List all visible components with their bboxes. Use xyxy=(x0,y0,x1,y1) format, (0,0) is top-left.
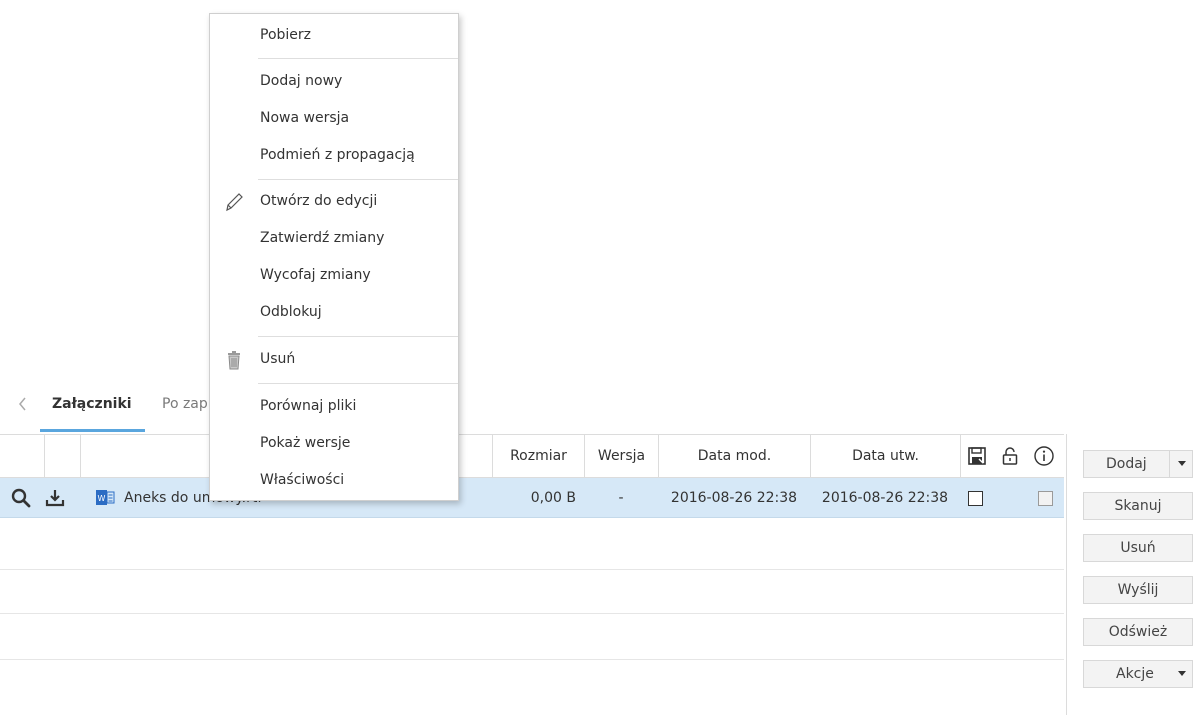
scan-button[interactable]: Skanuj xyxy=(1083,492,1193,520)
menu-item-unlock[interactable]: Odblokuj xyxy=(210,295,458,331)
menu-item-label: Pobierz xyxy=(260,27,312,43)
send-button[interactable]: Wyślij xyxy=(1083,576,1193,604)
menu-item-open-edit[interactable]: Otwórz do edycji xyxy=(210,184,458,220)
split-divider xyxy=(1169,451,1170,477)
tab-attachments[interactable]: Załączniki xyxy=(52,396,132,412)
action-panel: Dodaj Skanuj Usuń Wyślij Odśwież Akcje xyxy=(1066,434,1195,715)
menu-item-add-new[interactable]: Dodaj nowy xyxy=(210,64,458,100)
refresh-button[interactable]: Odśwież xyxy=(1083,618,1193,646)
table-row[interactable]: W Aneks do umowy.rtf 0,00 B - 2016-08-26… xyxy=(0,478,1064,518)
menu-item-label: Usuń xyxy=(260,351,296,367)
menu-divider xyxy=(258,58,458,59)
menu-item-label: Nowa wersja xyxy=(260,110,350,126)
menu-item-replace-propagate[interactable]: Podmień z propagacją xyxy=(210,138,458,174)
menu-divider xyxy=(258,383,458,384)
header-info[interactable] xyxy=(1028,435,1064,478)
menu-item-label: Odblokuj xyxy=(260,304,322,320)
svg-text:W: W xyxy=(98,494,106,503)
menu-item-download[interactable]: Pobierz xyxy=(210,18,458,54)
menu-item-label: Otwórz do edycji xyxy=(260,193,378,209)
menu-item-label: Wycofaj zmiany xyxy=(260,267,371,283)
delete-button[interactable]: Usuń xyxy=(1083,534,1193,562)
header-cell-download xyxy=(44,435,80,478)
header-modified[interactable]: Data mod. xyxy=(658,435,810,478)
menu-item-label: Właściwości xyxy=(260,472,345,488)
context-menu: Pobierz Dodaj nowy Nowa wersja Podmień z… xyxy=(209,13,459,501)
save-icon xyxy=(968,447,986,465)
menu-item-label: Pokaż wersje xyxy=(260,435,351,451)
menu-item-label: Podmień z propagacją xyxy=(260,147,415,163)
header-save[interactable] xyxy=(960,435,994,478)
file-version: - xyxy=(618,490,624,506)
menu-divider xyxy=(258,336,458,337)
menu-item-show-versions[interactable]: Pokaż wersje xyxy=(210,426,458,462)
table-row-empty xyxy=(0,518,1064,570)
menu-item-properties[interactable]: Właściwości xyxy=(210,463,458,499)
file-modified: 2016-08-26 22:38 xyxy=(670,490,798,506)
header-size[interactable]: Rozmiar xyxy=(492,435,584,478)
word-document-icon: W xyxy=(96,490,115,505)
menu-item-label: Zatwierdź zmiany xyxy=(260,230,385,246)
header-lock[interactable] xyxy=(994,435,1028,478)
menu-divider xyxy=(258,179,458,180)
lock-icon xyxy=(1002,447,1018,465)
menu-item-compare-files[interactable]: Porównaj pliki xyxy=(210,389,458,425)
attachments-grid: Rozmiar Wersja Data mod. Data utw. W Ane… xyxy=(0,434,1064,704)
tab-after-save[interactable]: Po zap xyxy=(162,396,208,412)
add-button[interactable]: Dodaj xyxy=(1083,450,1193,478)
table-row-empty xyxy=(0,570,1064,614)
menu-item-new-version[interactable]: Nowa wersja xyxy=(210,101,458,137)
header-created[interactable]: Data utw. xyxy=(810,435,960,478)
menu-item-delete[interactable]: Usuń xyxy=(210,342,458,378)
header-version[interactable]: Wersja xyxy=(584,435,658,478)
save-checkbox[interactable] xyxy=(968,491,983,506)
search-icon[interactable] xyxy=(10,487,32,509)
pencil-icon xyxy=(226,193,243,212)
chevron-left-icon[interactable] xyxy=(14,392,32,416)
active-tab-indicator xyxy=(40,429,145,432)
info-icon xyxy=(1034,446,1054,466)
caret-down-icon[interactable] xyxy=(1178,461,1186,466)
menu-item-revert-changes[interactable]: Wycofaj zmiany xyxy=(210,258,458,294)
trash-icon xyxy=(228,351,240,370)
download-icon[interactable] xyxy=(44,487,66,509)
table-row-empty xyxy=(0,614,1064,660)
grid-header: Rozmiar Wersja Data mod. Data utw. xyxy=(0,434,1064,478)
info-checkbox[interactable] xyxy=(1038,491,1053,506)
file-created: 2016-08-26 22:38 xyxy=(821,490,949,506)
add-button-label: Dodaj xyxy=(1106,456,1147,472)
menu-item-label: Dodaj nowy xyxy=(260,73,343,89)
file-size: 0,00 B xyxy=(530,490,576,506)
caret-down-icon[interactable] xyxy=(1178,671,1186,676)
menu-item-label: Porównaj pliki xyxy=(260,398,357,414)
menu-item-commit-changes[interactable]: Zatwierdź zmiany xyxy=(210,221,458,257)
actions-button-label: Akcje xyxy=(1116,666,1154,682)
actions-button[interactable]: Akcje xyxy=(1083,660,1193,688)
